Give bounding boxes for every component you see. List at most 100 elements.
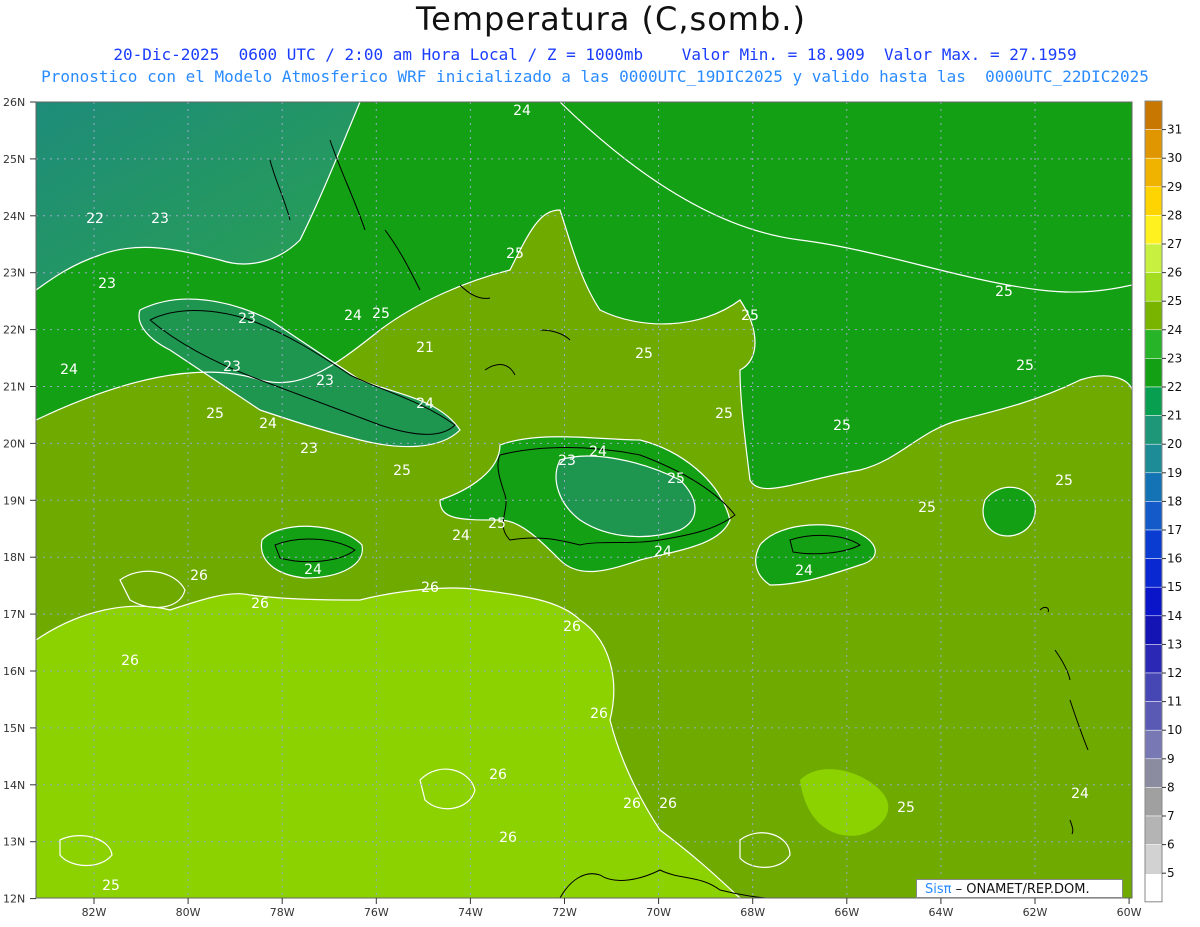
contour-value-label: 25	[393, 463, 411, 479]
colorbar-label: 18	[1167, 494, 1182, 508]
lat-label: 22N	[3, 324, 25, 337]
colorbar-swatch	[1144, 844, 1163, 874]
colorbar-swatch	[1144, 787, 1163, 817]
contour-value-label: 25	[102, 878, 120, 894]
colorbar-label: 27	[1167, 237, 1182, 251]
lat-label: 26N	[3, 96, 25, 109]
lon-label: 78W	[270, 906, 295, 919]
colorbar-label: 5	[1167, 866, 1175, 880]
contour-value-label: 23	[98, 276, 116, 292]
contour-value-label: 25	[488, 516, 506, 532]
colorbar-label: 24	[1167, 323, 1182, 337]
contour-value-label: 25	[833, 418, 851, 434]
colorbar-label: 11	[1167, 695, 1182, 709]
contour-value-label: 23	[238, 311, 256, 327]
colorbar-swatch	[1144, 472, 1163, 502]
colorbar-swatch	[1144, 415, 1163, 445]
contour-value-label: 24	[654, 544, 672, 560]
lat-label: 14N	[3, 779, 25, 792]
colorbar-label: 25	[1167, 294, 1182, 308]
colorbar-swatch	[1144, 243, 1163, 273]
colorbar-swatch	[1144, 272, 1163, 302]
lat-label: 13N	[3, 836, 25, 849]
colorbar-label: 26	[1167, 266, 1182, 280]
colorbar-swatch	[1144, 300, 1163, 331]
contour-value-label: 24	[60, 362, 78, 378]
contour-value-label: 24	[452, 528, 470, 544]
lat-label: 17N	[3, 608, 25, 621]
contour-value-label: 26	[190, 568, 208, 584]
longitude-labels: 82W 80W 78W 76W 74W 72W 70W 68W 66W 64W 62W 60W	[82, 898, 1142, 919]
colorbar-label: 10	[1167, 723, 1182, 737]
lon-label: 74W	[458, 906, 483, 919]
colorbar-swatch	[1144, 644, 1163, 674]
contour-value-label: 25	[372, 306, 390, 322]
colorbar-label: 21	[1167, 409, 1182, 423]
sispi-logo: Sisπ	[925, 882, 952, 897]
colorbar-swatch	[1144, 358, 1163, 388]
lat-label: 19N	[3, 494, 25, 507]
colorbar-swatch	[1144, 815, 1163, 845]
contour-value-label: 26	[489, 767, 507, 783]
contour-value-label: 25	[206, 406, 224, 422]
colorbar-label: 20	[1167, 437, 1182, 451]
lat-label: 24N	[3, 210, 25, 223]
colorbar-label: 15	[1167, 580, 1182, 594]
lon-label: 60W	[1117, 906, 1142, 919]
contour-value-label: 23	[558, 453, 576, 469]
colorbar-label: 31	[1167, 123, 1182, 137]
lon-label: 72W	[552, 906, 577, 919]
lon-label: 68W	[740, 906, 765, 919]
colorbar-swatch	[1144, 157, 1163, 188]
colorbar-swatch	[1144, 529, 1163, 559]
lat-label: 12N	[3, 893, 25, 906]
colorbar-label: 14	[1167, 609, 1182, 623]
lon-label: 70W	[646, 906, 671, 919]
colorbar-swatch	[1144, 615, 1163, 645]
colorbar-swatch	[1144, 443, 1163, 474]
contour-value-label: 21	[416, 340, 434, 356]
lon-label: 66W	[834, 906, 859, 919]
contour-value-label: 26	[499, 830, 517, 846]
colorbar-swatch	[1144, 129, 1163, 159]
lat-label: 21N	[3, 381, 25, 394]
colorbar-swatch	[1144, 501, 1163, 531]
colorbar-label: 16	[1167, 552, 1182, 566]
colorbar-label: 6	[1167, 838, 1175, 852]
contour-value-label: 25	[635, 346, 653, 362]
lat-label: 20N	[3, 437, 25, 450]
contour-value-label: 25	[897, 800, 915, 816]
contour-value-label: 25	[1016, 358, 1034, 374]
colorbar-swatch	[1144, 729, 1163, 760]
colorbar-label: 9	[1167, 752, 1175, 766]
lat-label: 23N	[3, 267, 25, 280]
contour-value-label: 23	[223, 359, 241, 375]
colorbar: 31 30 29 28 27 26 25 24 23 22 21 20 19 18 17 16 15 14 13 12…	[1144, 100, 1182, 903]
lat-label: 16N	[3, 665, 25, 678]
lon-label: 62W	[1023, 906, 1048, 919]
credit-text: – ONAMET/REP.DOM.	[951, 882, 1090, 897]
contour-value-label: 24	[259, 416, 277, 432]
colorbar-swatch	[1144, 758, 1163, 788]
contour-value-label: 25	[667, 471, 685, 487]
colorbar-label: 8	[1167, 780, 1175, 794]
contour-value-label: 24	[1071, 786, 1089, 802]
lat-label: 18N	[3, 551, 25, 564]
colorbar-swatch	[1144, 701, 1163, 731]
contour-value-label: 25	[995, 284, 1013, 300]
colorbar-swatch	[1144, 100, 1163, 130]
contour-value-label: 24	[344, 308, 362, 324]
lat-label: 25N	[3, 153, 25, 166]
contour-value-label: 26	[590, 706, 608, 722]
colorbar-swatch	[1144, 186, 1163, 216]
contour-value-label: 25	[1055, 473, 1073, 489]
temperature-map: 26N 25N 24N 23N 22N 21N 20N 19N 18N 17N 16N 15N 14N 1…	[3, 96, 1182, 919]
colorbar-swatch	[1144, 872, 1163, 903]
colorbar-label: 22	[1167, 380, 1182, 394]
colorbar-swatch	[1144, 386, 1163, 416]
contour-value-label: 25	[741, 308, 759, 324]
contour-value-label: 24	[513, 103, 531, 119]
colorbar-label: 13	[1167, 637, 1182, 651]
colorbar-label: 28	[1167, 208, 1182, 222]
credit-box: Sisπ – ONAMET/REP.DOM.	[916, 879, 1123, 898]
